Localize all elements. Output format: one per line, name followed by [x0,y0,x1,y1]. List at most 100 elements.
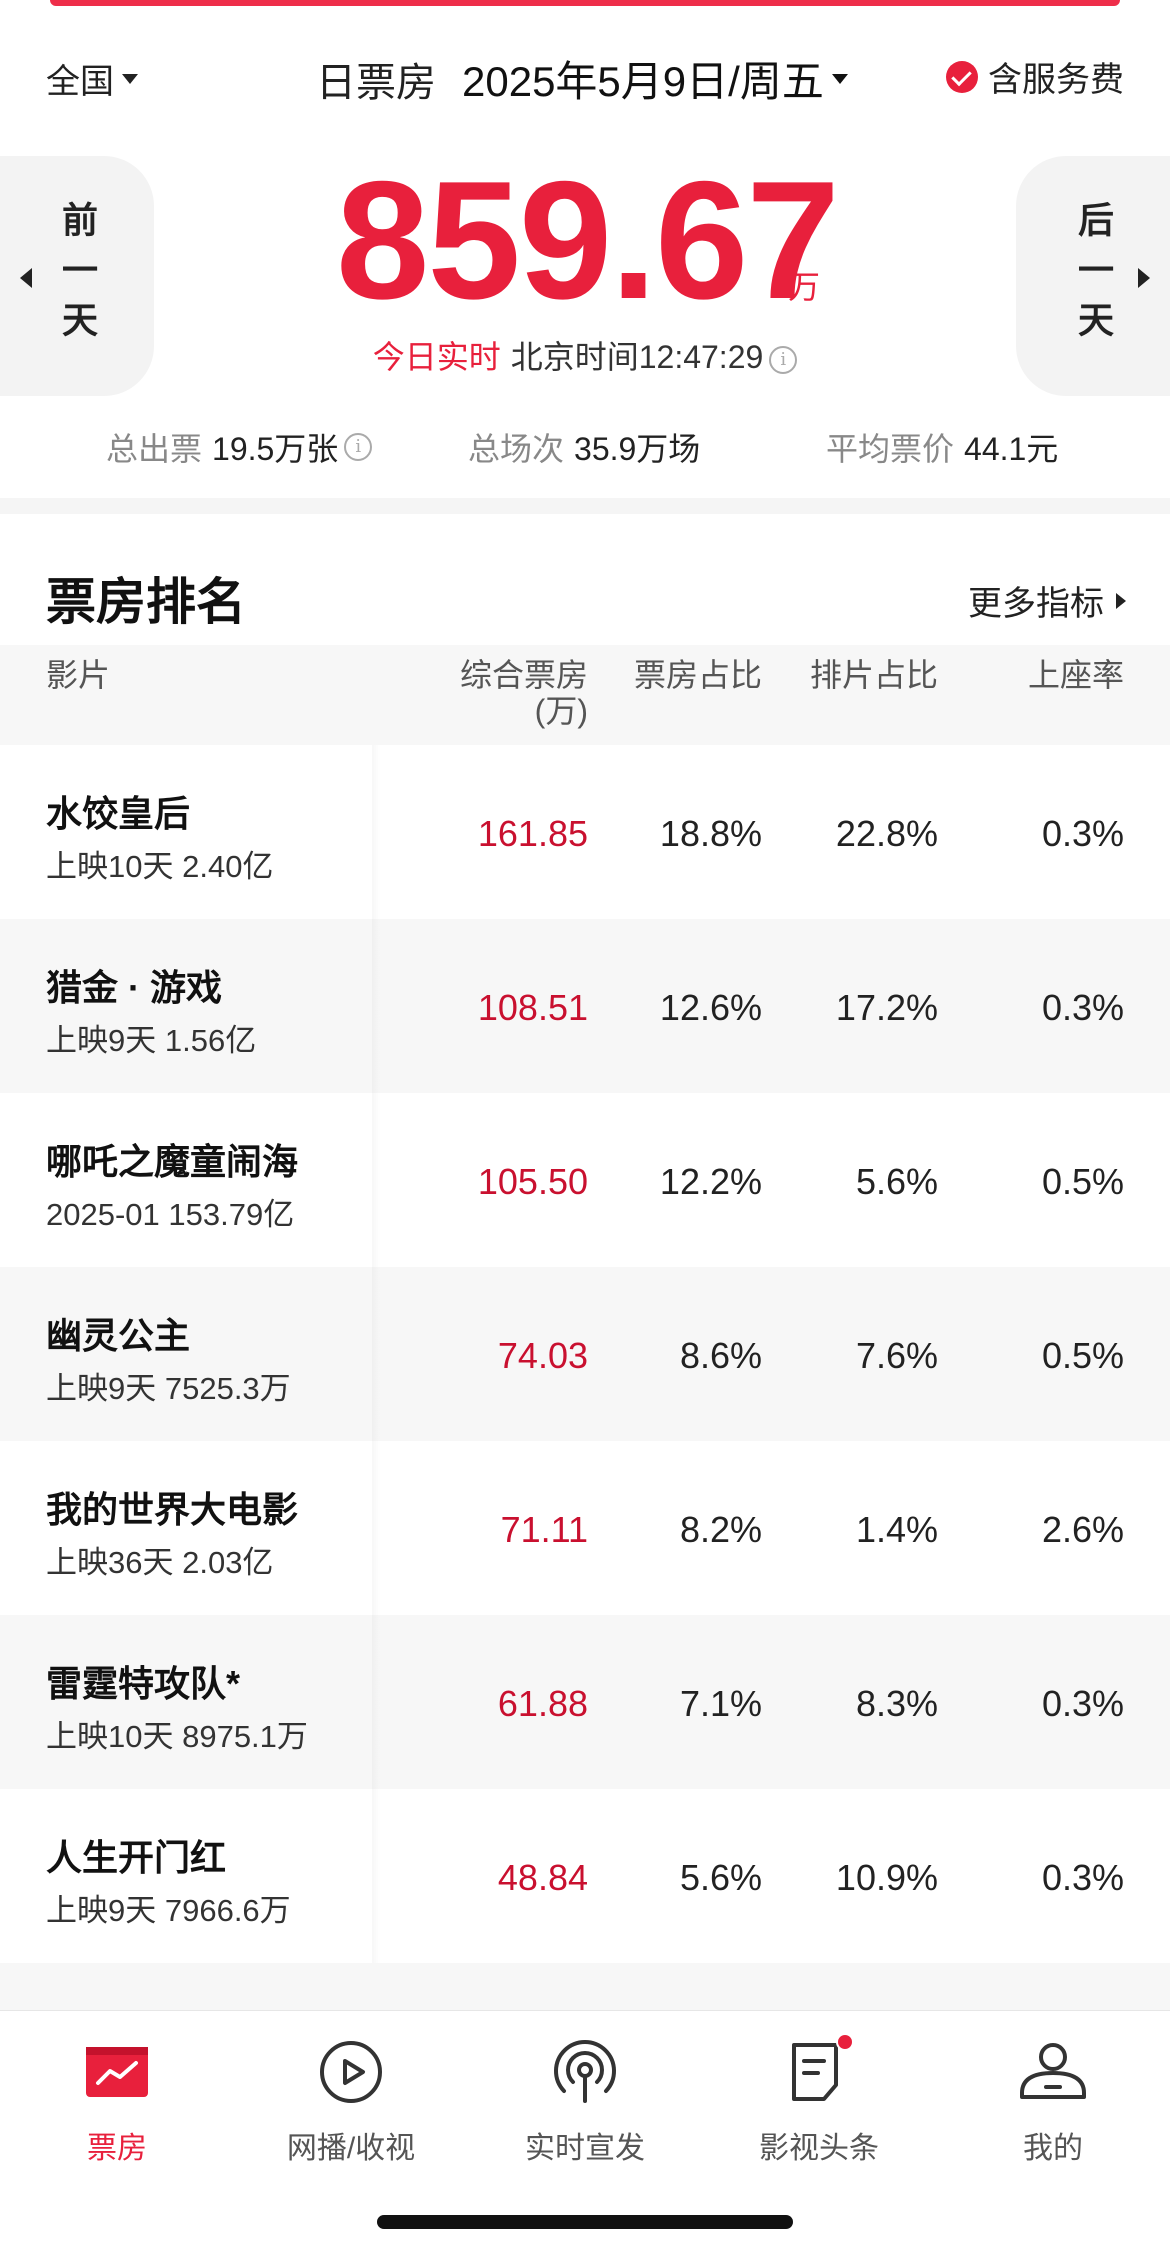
prev-day-label: 前一天 [57,201,98,351]
film-release-info: 上映10天 8975.1万 [46,1719,308,1754]
table-row[interactable]: 水饺皇后 上映10天 2.40亿 161.85 18.8% 22.8% 0.3% [0,745,1170,919]
play-circle-icon [316,2037,386,2107]
tab-film-news[interactable]: 影视头条 [702,2033,936,2167]
stat-total-shows: 总场次 35.9万场 [468,424,700,470]
column-shadow [372,1615,380,1789]
box-office-value: 105.50 [477,1161,588,1202]
service-fee-label: 含服务费 [988,61,1124,99]
tab-label: 实时宣发 [525,2132,645,2165]
region-selector[interactable]: 全国 [46,54,138,103]
tab-box-office[interactable]: 票房 [0,2037,234,2167]
box-office-chart-icon [82,2037,152,2107]
table-row[interactable]: 人生开门红 上映9天 7966.6万 48.84 5.6% 10.9% 0.3% [0,1789,1170,1963]
table-row[interactable]: 幽灵公主 上映9天 7525.3万 74.03 8.6% 7.6% 0.5% [0,1267,1170,1441]
caret-down-icon [122,73,138,84]
news-document-icon [784,2033,854,2107]
film-name: 我的世界大电影 [46,1489,299,1530]
column-header-box-office[interactable]: 综合票房 (万) [460,657,588,729]
box-share-value: 18.8% [659,813,762,854]
tab-label: 票房 [87,2132,147,2165]
stat-label: 总场次 [468,431,565,467]
region-label: 全国 [46,63,114,101]
stat-value: 35.9万场 [574,431,701,467]
tab-label: 网播/收视 [286,2132,416,2165]
arrow-left-icon [20,268,32,288]
box-share-value: 5.6% [679,1857,762,1898]
stat-avg-price: 平均票价 44.1元 [826,424,1058,470]
schedule-share-value: 8.3% [855,1683,938,1724]
film-release-info: 上映9天 7966.6万 [46,1893,291,1928]
seat-rate-value: 0.3% [1041,987,1124,1028]
date-selector[interactable]: 日票房 2025年5月9日/周五 [316,48,848,109]
film-release-info: 2025-01 153.79亿 [46,1197,295,1232]
box-share-value: 12.2% [659,1161,762,1202]
notification-dot [836,2033,854,2051]
box-share-value: 7.1% [679,1683,762,1724]
table-row[interactable]: 猎金 · 游戏 上映9天 1.56亿 108.51 12.6% 17.2% 0.… [0,919,1170,1093]
column-shadow [372,1093,380,1267]
realtime-label: 今日实时 [372,339,501,375]
column-header-box-office-line2: (万) [534,693,588,729]
stat-label: 总出票 [106,431,203,467]
tab-realtime-promo[interactable]: 实时宣发 [468,2037,702,2167]
seat-rate-value: 2.6% [1041,1509,1124,1550]
total-box-office-value: 859.67 [336,146,840,334]
board-type-label: 日票房 [316,60,436,105]
check-circle-icon [946,60,978,93]
more-metrics-label: 更多指标 [968,585,1104,623]
tab-label: 我的 [1023,2132,1083,2165]
caret-down-icon [831,73,848,84]
beijing-time: 北京时间12:47:29 [510,339,764,375]
film-name: 幽灵公主 [46,1315,191,1356]
table-row[interactable]: 我的世界大电影 上映36天 2.03亿 71.11 8.2% 1.4% 2.6% [0,1441,1170,1615]
date-label: 2025年5月9日/周五 [462,58,824,105]
film-release-info: 上映9天 1.56亿 [46,1023,257,1058]
stat-total-tickets: 总出票 19.5万张 i [106,424,373,470]
seat-rate-value: 0.3% [1041,1683,1124,1724]
box-office-value: 71.11 [500,1509,588,1550]
more-metrics-button[interactable]: 更多指标 [968,576,1126,625]
schedule-share-value: 5.6% [855,1161,938,1202]
service-fee-toggle[interactable]: 含服务费 [946,52,1124,101]
film-name: 哪吒之魔童闹海 [46,1141,299,1182]
realtime-row: 今日实时 北京时间12:47:29 i [0,332,1170,378]
next-day-label: 后一天 [1073,201,1114,351]
film-release-info: 上映10天 2.40亿 [46,849,274,884]
box-office-value: 74.03 [497,1335,588,1376]
film-name: 人生开门红 [46,1837,227,1878]
schedule-share-value: 1.4% [855,1509,938,1550]
column-header-schedule-share[interactable]: 排片占比 [810,657,938,693]
top-banner-edge [50,0,1120,6]
film-name: 雷霆特攻队* [46,1663,241,1704]
table-row[interactable]: 雷霆特攻队* 上映10天 8975.1万 61.88 7.1% 8.3% 0.3… [0,1615,1170,1789]
box-office-value: 61.88 [497,1683,588,1724]
schedule-share-value: 17.2% [835,987,938,1028]
info-icon[interactable]: i [769,345,798,374]
table-header: 影片 综合票房 (万) 票房占比 排片占比 上座率 [0,645,1170,745]
column-header-film: 影片 [46,657,111,693]
schedule-share-value: 22.8% [835,813,938,854]
header-bar: 全国 日票房 2025年5月9日/周五 含服务费 [0,40,1170,110]
column-shadow [372,919,380,1093]
column-header-box-share[interactable]: 票房占比 [634,657,762,693]
total-box-office-unit: 万 [788,269,821,305]
info-icon[interactable]: i [344,433,373,461]
stat-label: 平均票价 [826,431,955,467]
column-shadow [372,1789,380,1963]
table-row[interactable]: 哪吒之魔童闹海 2025-01 153.79亿 105.50 12.2% 5.6… [0,1093,1170,1267]
section-divider [0,498,1170,514]
summary-stats: 总出票 19.5万张 i 总场次 35.9万场 平均票价 44.1元 [0,424,1170,474]
seat-rate-value: 0.5% [1041,1335,1124,1376]
table-row-partial[interactable] [0,1963,1170,2010]
box-office-value: 48.84 [497,1857,588,1898]
seat-rate-value: 0.3% [1041,1857,1124,1898]
tab-streaming-ratings[interactable]: 网播/收视 [234,2037,468,2167]
home-indicator[interactable] [377,2215,793,2229]
film-name: 猎金 · 游戏 [46,967,222,1008]
column-header-seat-rate[interactable]: 上座率 [1028,657,1124,693]
tab-profile[interactable]: 我的 [936,2037,1170,2167]
box-share-value: 8.6% [679,1335,762,1376]
film-release-info: 上映9天 7525.3万 [46,1371,291,1406]
arrow-right-icon [1138,268,1150,288]
film-release-info: 上映36天 2.03亿 [46,1545,274,1580]
